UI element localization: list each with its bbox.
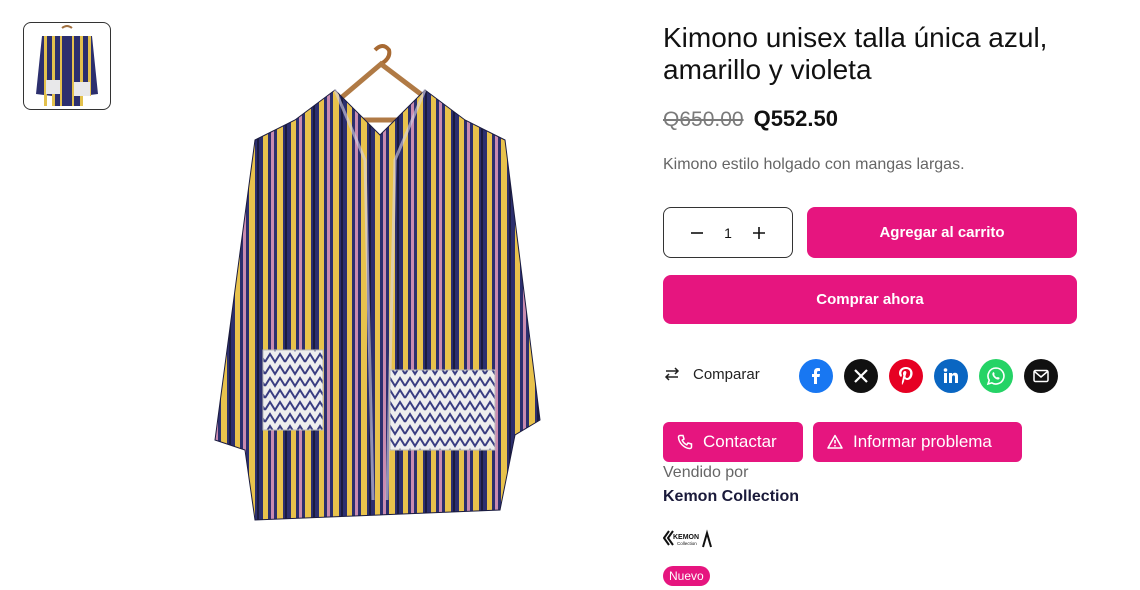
add-to-cart-button[interactable]: Agregar al carrito: [807, 207, 1077, 258]
product-thumbnail[interactable]: [23, 22, 111, 110]
product-title: Kimono unisex talla única azul, amarillo…: [663, 22, 1048, 85]
compare-arrows-icon: [664, 367, 680, 381]
price-row: Q650.00 Q552.50: [663, 106, 838, 132]
sale-price: Q552.50: [753, 106, 838, 131]
warning-icon: [827, 434, 843, 449]
compare-button[interactable]: Comparar: [663, 365, 760, 383]
seller-logo[interactable]: KEMON Collection: [662, 527, 713, 551]
product-main-image: [205, 40, 545, 530]
new-badge: Nuevo: [663, 566, 710, 586]
facebook-icon[interactable]: [799, 359, 833, 393]
kimono-image: [214, 44, 541, 521]
report-problem-button[interactable]: Informar problema: [813, 422, 1022, 462]
share-buttons: [799, 359, 1058, 393]
quantity-stepper: 1: [663, 207, 793, 258]
pinterest-icon[interactable]: [889, 359, 923, 393]
x-icon[interactable]: [844, 359, 878, 393]
report-label: Informar problema: [853, 432, 992, 451]
email-icon[interactable]: [1024, 359, 1058, 393]
minus-icon[interactable]: [686, 222, 708, 244]
contact-label: Contactar: [703, 432, 777, 451]
product-description: Kimono estilo holgado con mangas largas.: [663, 156, 965, 173]
quantity-value[interactable]: 1: [724, 225, 732, 241]
seller-name[interactable]: Kemon Collection: [663, 488, 799, 506]
product-info: Kimono unisex talla única azul, amarillo…: [662, 22, 1083, 586]
phone-icon: [677, 434, 693, 450]
compare-label: Comparar: [693, 365, 760, 383]
contact-button[interactable]: Contactar: [663, 422, 803, 462]
svg-text:Collection: Collection: [677, 541, 697, 546]
buy-now-button[interactable]: Comprar ahora: [663, 275, 1077, 324]
linkedin-icon[interactable]: [934, 359, 968, 393]
original-price: Q650.00: [663, 108, 744, 131]
whatsapp-icon[interactable]: [979, 359, 1013, 393]
svg-text:KEMON: KEMON: [673, 534, 699, 541]
sold-by-label: Vendido por: [663, 464, 749, 481]
kimono-thumbnail-image: [36, 25, 98, 106]
plus-icon[interactable]: [748, 222, 770, 244]
